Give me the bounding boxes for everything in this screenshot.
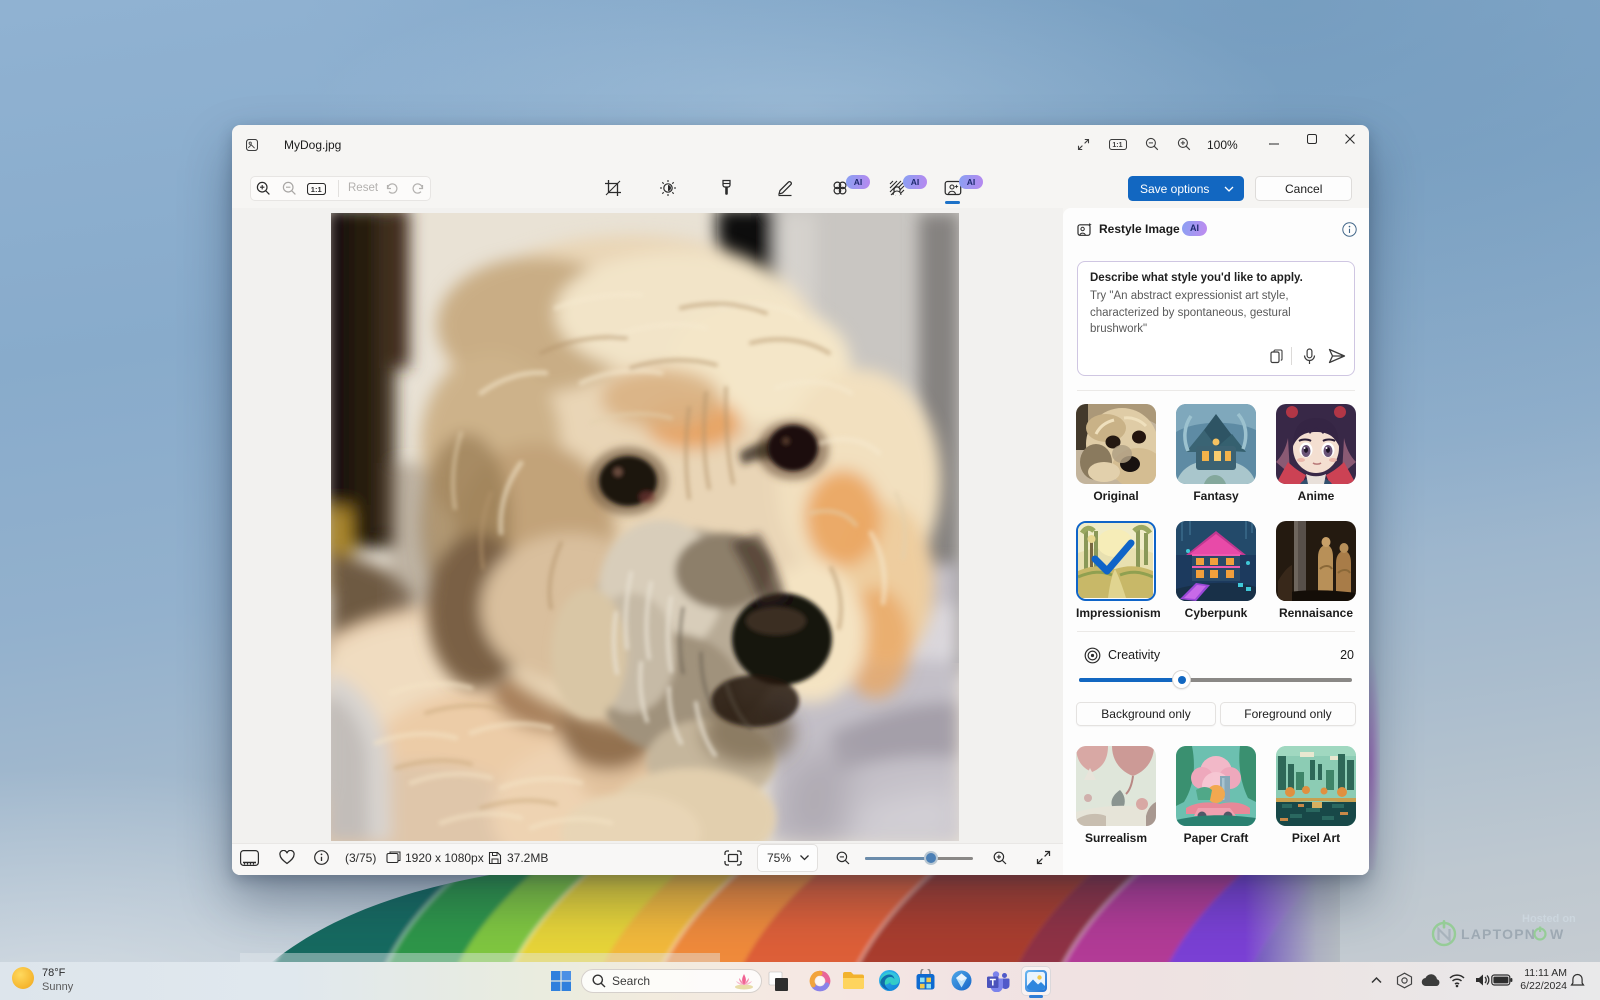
svg-text:1:1: 1:1 bbox=[311, 185, 322, 194]
svg-text:LAPTOPN: LAPTOPN bbox=[1461, 926, 1536, 942]
svg-text:W: W bbox=[1550, 926, 1564, 942]
svg-text:1:1: 1:1 bbox=[1112, 142, 1122, 149]
